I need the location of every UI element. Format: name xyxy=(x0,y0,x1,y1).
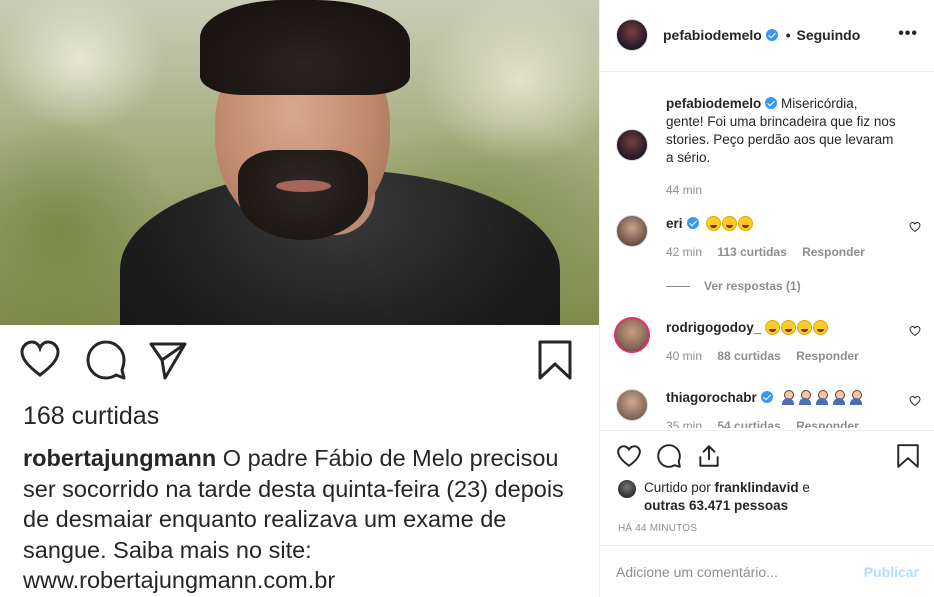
comments-list[interactable]: pefabiodemelo Misericórdia, gente! Foi u… xyxy=(600,73,934,428)
comment-likes[interactable]: 54 curtidas xyxy=(717,419,780,428)
image-likes-count: 168 curtidas xyxy=(23,402,160,430)
caption-body: pefabiodemelo Misericórdia, gente! Foi u… xyxy=(666,95,896,199)
crying-laughing-emoji-icon xyxy=(797,320,813,335)
comment-likes[interactable]: 88 curtidas xyxy=(717,349,780,363)
crying-laughing-emoji-icon xyxy=(813,320,829,335)
comment-like-heart-icon[interactable] xyxy=(909,221,921,233)
liked-by-user[interactable]: franklindavid xyxy=(715,480,799,495)
photo-hair xyxy=(200,0,410,95)
liked-by-text: Curtido por franklindavid e outras 63.47… xyxy=(644,479,918,515)
liked-by-prefix: Curtido por xyxy=(644,480,715,495)
reply-button[interactable]: Responder xyxy=(802,245,865,259)
post-photo xyxy=(0,0,599,325)
view-replies-button[interactable]: Ver respostas (1) xyxy=(666,279,801,293)
comment-avatar[interactable] xyxy=(616,389,648,421)
liked-by-middle: e xyxy=(798,480,810,495)
image-caption-username: robertajungmann xyxy=(23,445,217,471)
save-bookmark-icon[interactable] xyxy=(896,443,920,469)
post-header: pefabiodemelo • Seguindo ••• xyxy=(600,0,934,72)
post-actions: Curtido por franklindavid e outras 63.47… xyxy=(600,430,934,540)
image-caption: robertajungmann O padre Fábio de Melo pr… xyxy=(23,443,583,596)
comment-like-heart-icon[interactable] xyxy=(909,325,921,337)
author-avatar[interactable] xyxy=(616,19,648,51)
comment-time: 35 min xyxy=(666,419,703,428)
share-upload-icon[interactable] xyxy=(696,443,722,469)
comment-time: 40 min xyxy=(666,349,703,363)
reply-button[interactable]: Responder xyxy=(796,419,859,428)
comment-body: eri 42 min 113 curtidas Responder xyxy=(666,215,896,261)
verified-badge-icon xyxy=(760,391,773,403)
post-media[interactable]: 168 curtidas robertajungmann O padre Fáb… xyxy=(0,0,599,597)
comment-meta: 35 min 54 curtidas Responder xyxy=(666,417,896,428)
comment-like-heart-icon[interactable] xyxy=(909,395,921,407)
crying-laughing-emoji-icon xyxy=(722,216,738,231)
caption-time: 44 min xyxy=(666,183,703,197)
comment-body: rodrigogodoy_ 40 min 88 curtidas Respond… xyxy=(666,319,896,365)
comment-avatar-story[interactable] xyxy=(614,317,650,353)
liked-by-others[interactable]: outras 63.471 pessoas xyxy=(644,498,788,513)
liker-avatar[interactable] xyxy=(618,480,636,498)
caption-username[interactable]: pefabiodemelo xyxy=(666,96,761,111)
replies-divider-line xyxy=(666,286,690,288)
follow-status-button[interactable]: Seguindo xyxy=(796,27,860,43)
crying-laughing-emoji-icon xyxy=(781,320,797,335)
comment-likes[interactable]: 113 curtidas xyxy=(717,245,786,259)
person-emoji-icon xyxy=(849,390,863,405)
caption-avatar[interactable] xyxy=(616,129,648,161)
person-emoji-icon xyxy=(798,390,812,405)
crying-laughing-emoji-icon xyxy=(765,320,781,335)
like-heart-icon[interactable] xyxy=(616,443,642,469)
comment-input[interactable]: Adicione um comentário... xyxy=(616,564,778,580)
share-icon xyxy=(149,342,187,380)
comment-username[interactable]: thiagorochabr xyxy=(666,390,757,405)
crying-laughing-emoji-icon xyxy=(738,216,754,231)
publish-button[interactable]: Publicar xyxy=(864,564,919,580)
person-emoji-icon xyxy=(832,390,846,405)
image-action-bar xyxy=(20,340,580,385)
add-comment-bar: Adicione um comentário... Publicar xyxy=(600,545,934,597)
comment-username[interactable]: eri xyxy=(666,216,683,231)
comment-icon xyxy=(86,340,126,380)
author-line: pefabiodemelo • Seguindo xyxy=(663,27,860,43)
bookmark-icon xyxy=(538,340,572,380)
comment-username[interactable]: rodrigogodoy_ xyxy=(666,320,761,335)
comment-body: thiagorochabr 35 min 54 curtidas Respond… xyxy=(666,389,896,428)
liked-by: Curtido por franklindavid e outras 63.47… xyxy=(618,479,918,515)
comment-avatar[interactable] xyxy=(616,215,648,247)
reply-button[interactable]: Responder xyxy=(796,349,859,363)
more-options-icon[interactable]: ••• xyxy=(898,25,918,43)
caption-meta: 44 min xyxy=(666,181,896,199)
view-replies-label: Ver respostas (1) xyxy=(704,279,801,293)
separator-dot: • xyxy=(785,27,791,43)
comment-time: 42 min xyxy=(666,245,703,259)
crying-laughing-emoji-icon xyxy=(706,216,722,231)
post-timestamp[interactable]: HÁ 44 MINUTOS xyxy=(618,523,697,534)
verified-badge-icon xyxy=(765,29,778,41)
verified-badge-icon xyxy=(686,217,699,229)
comment-meta: 42 min 113 curtidas Responder xyxy=(666,243,896,261)
person-emoji-icon xyxy=(815,390,829,405)
post-sidebar: pefabiodemelo • Seguindo ••• pefabiodeme… xyxy=(599,0,934,597)
comment-icon[interactable] xyxy=(656,443,682,469)
heart-icon xyxy=(20,340,60,377)
comment-meta: 40 min 88 curtidas Responder xyxy=(666,347,896,365)
photo-beard xyxy=(238,150,368,240)
author-username[interactable]: pefabiodemelo xyxy=(663,27,762,43)
verified-badge-icon xyxy=(765,97,778,109)
person-emoji-icon xyxy=(781,390,795,405)
photo-mouth xyxy=(276,180,331,192)
